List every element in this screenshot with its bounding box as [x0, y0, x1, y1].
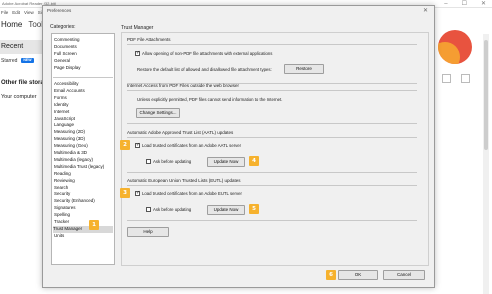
internet-access-title: Internet Access from PDF Files outside t… [127, 83, 240, 88]
menu-edit[interactable]: Edit [12, 9, 20, 17]
minimize-icon[interactable]: – [444, 0, 447, 8]
eutl-ask-label: Ask before updating [153, 207, 192, 212]
category-measuring-geo[interactable]: Measuring (Geo) [54, 143, 88, 150]
aatl-load-option[interactable]: Load trusted certificates from an Adobe … [135, 142, 242, 148]
internet-access-text: Unless explicitly permitted, PDF files c… [137, 97, 283, 102]
category-units[interactable]: Units [54, 233, 64, 240]
category-tracker[interactable]: Tracker [54, 219, 69, 226]
eutl-group: Automatic European Union Trusted Lists (… [127, 178, 417, 224]
new-badge: NEW [21, 58, 34, 64]
category-email-accounts[interactable]: Email Accounts [54, 88, 85, 95]
aatl-ask-checkbox[interactable] [146, 159, 151, 164]
category-multimedia-legacy[interactable]: Multimedia (legacy) [54, 157, 93, 164]
aatl-load-checkbox[interactable] [135, 142, 140, 148]
dialog-title: Preferences [47, 8, 72, 13]
category-javascript[interactable]: JavaScript [54, 116, 75, 123]
category-spelling[interactable]: Spelling [54, 212, 70, 219]
change-settings-button[interactable]: Change Settings... [136, 108, 180, 118]
starred-label: Starred [1, 58, 18, 64]
eutl-update-now-button[interactable]: Update Now [207, 205, 245, 215]
eutl-load-option[interactable]: Load trusted certificates from an Adobe … [135, 190, 242, 196]
category-page-display[interactable]: Page Display [54, 65, 81, 72]
category-search[interactable]: Search [54, 185, 68, 192]
category-signatures[interactable]: Signatures [54, 205, 76, 212]
category-multimedia-trust-legacy[interactable]: Multimedia Trust (legacy) [54, 164, 104, 171]
home-sidebar: Recent Starred NEW Other file storage You… [0, 34, 46, 294]
preferences-dialog: Preferences ✕ Categories: Commenting Doc… [42, 5, 435, 288]
step-badge-3: 3 [120, 188, 130, 198]
step-badge-1: 1 [89, 220, 99, 230]
category-security[interactable]: Security [54, 191, 70, 198]
category-reviewing[interactable]: Reviewing [54, 178, 75, 185]
aatl-ask-label: Ask before updating [153, 159, 192, 164]
close-window-icon[interactable]: ✕ [481, 0, 486, 8]
category-internet[interactable]: Internet [54, 109, 69, 116]
eutl-ask-checkbox[interactable] [146, 207, 151, 212]
allow-attachments-label: Allow opening of non-PDF file attachment… [142, 51, 273, 56]
category-language[interactable]: Language [54, 122, 74, 129]
acrobat-promo-graphic [438, 30, 472, 64]
panel-title: Trust Manager [121, 25, 154, 31]
category-full-screen[interactable]: Full Screen [54, 51, 77, 58]
aatl-load-label: Load trusted certificates from an Adobe … [142, 143, 242, 148]
ok-button[interactable]: OK [338, 270, 378, 280]
menu-view[interactable]: View [24, 9, 34, 17]
allow-attachments-option[interactable]: Allow opening of non-PDF file attachment… [135, 50, 273, 56]
category-identity[interactable]: Identity [54, 102, 69, 109]
pdf-attachments-box [127, 44, 417, 84]
step-badge-5: 5 [249, 204, 259, 214]
internet-access-box [127, 90, 417, 124]
restore-button[interactable]: Restore [284, 64, 324, 74]
eutl-ask-option[interactable]: Ask before updating [146, 207, 191, 212]
view-toggle-group [442, 74, 470, 83]
category-accessibility[interactable]: Accessibility [54, 81, 79, 88]
tab-home[interactable]: Home [1, 17, 22, 33]
categories-label: Categories: [50, 24, 76, 30]
sidebar-item-recent[interactable]: Recent [0, 40, 46, 54]
aatl-title: Automatic Adobe Approved Trust List (AAT… [127, 130, 234, 135]
eutl-load-label: Load trusted certificates from an Adobe … [142, 191, 242, 196]
cancel-button[interactable]: Cancel [383, 270, 425, 280]
other-file-storage-heading: Other file storage [1, 80, 46, 86]
pdf-attachments-title: PDF File Attachments [127, 37, 171, 42]
step-badge-6: 6 [326, 270, 336, 280]
categories-list[interactable]: Commenting Documents Full Screen General… [51, 33, 115, 265]
category-forms[interactable]: Forms [54, 95, 67, 102]
maximize-icon[interactable]: ☐ [462, 0, 467, 8]
help-button[interactable]: Help [127, 227, 169, 237]
category-trust-manager[interactable]: Trust Manager [53, 225, 113, 233]
category-general[interactable]: General [54, 58, 70, 65]
step-badge-2: 2 [120, 140, 130, 150]
list-view-icon[interactable] [442, 74, 451, 83]
aatl-update-now-button[interactable]: Update Now [207, 157, 245, 167]
grid-view-icon[interactable] [461, 74, 470, 83]
category-documents[interactable]: Documents [54, 44, 77, 51]
category-commenting[interactable]: Commenting [54, 37, 80, 44]
pdf-attachments-group: PDF File Attachments Allow opening of no… [127, 37, 417, 85]
sidebar-item-starred[interactable]: Starred NEW [0, 56, 34, 66]
menu-file[interactable]: File [1, 9, 8, 17]
close-icon[interactable]: ✕ [423, 7, 428, 14]
step-badge-4: 4 [249, 156, 259, 166]
allow-attachments-checkbox[interactable] [135, 50, 140, 56]
eutl-load-checkbox[interactable] [135, 190, 140, 196]
category-separator [53, 77, 113, 78]
window-controls: – ☐ ✕ [444, 0, 486, 8]
internet-access-group: Internet Access from PDF Files outside t… [127, 83, 417, 127]
restore-attachments-text: Restore the default list of allowed and … [137, 67, 272, 72]
aatl-group: Automatic Adobe Approved Trust List (AAT… [127, 130, 417, 176]
scrollbar-thumb[interactable] [484, 40, 488, 150]
category-measuring-3d[interactable]: Measuring (3D) [54, 136, 85, 143]
sidebar-item-your-computer[interactable]: Your computer [0, 92, 37, 102]
category-measuring-2d[interactable]: Measuring (2D) [54, 129, 85, 136]
category-multimedia-3d[interactable]: Multimedia & 3D [54, 150, 87, 157]
category-reading[interactable]: Reading [54, 171, 71, 178]
aatl-ask-option[interactable]: Ask before updating [146, 159, 191, 164]
eutl-title: Automatic European Union Trusted Lists (… [127, 178, 241, 183]
category-security-enhanced[interactable]: Security (Enhanced) [54, 198, 95, 205]
